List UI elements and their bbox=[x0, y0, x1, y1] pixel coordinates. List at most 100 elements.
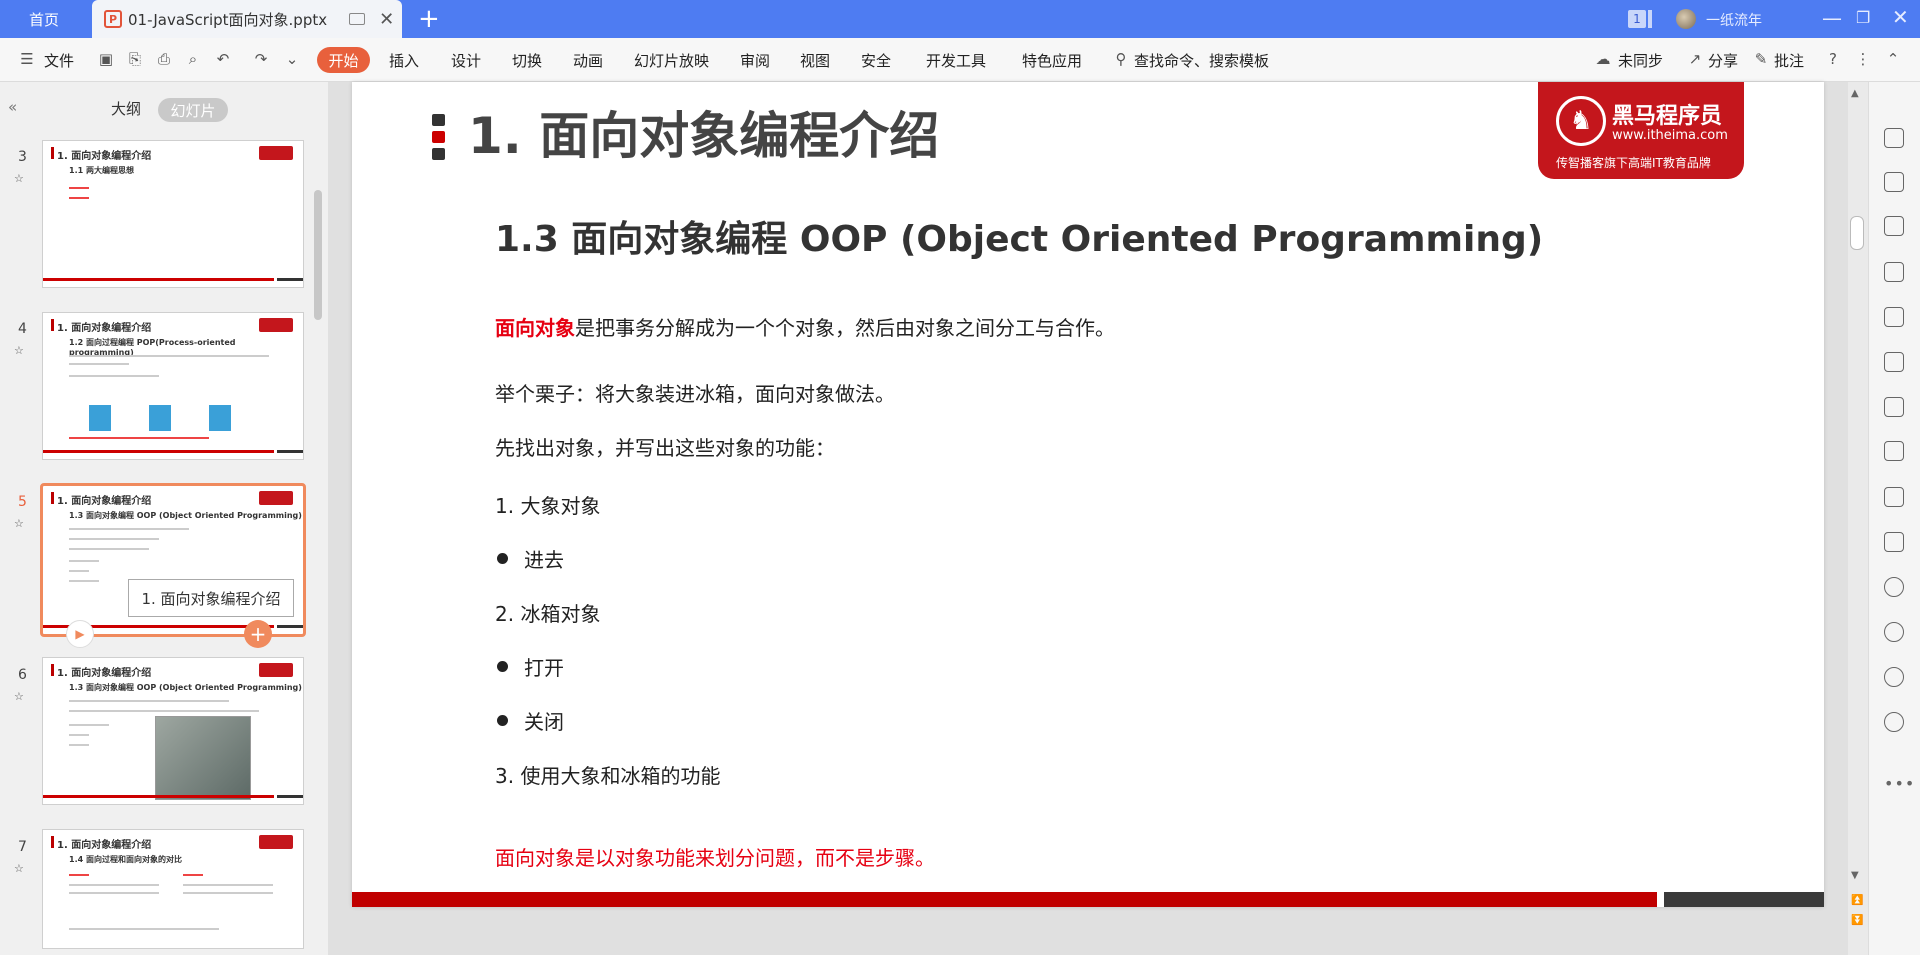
export-icon[interactable] bbox=[1884, 441, 1904, 461]
add-slide-button[interactable]: + bbox=[244, 620, 272, 648]
archive-icon[interactable] bbox=[1884, 487, 1904, 507]
title-decoration bbox=[432, 114, 445, 165]
menu-design[interactable]: 设计 bbox=[451, 38, 481, 82]
cloud-sync-icon[interactable]: ☁ bbox=[1594, 50, 1612, 68]
menu-insert[interactable]: 插入 bbox=[389, 38, 419, 82]
tab-outline[interactable]: 大纲 bbox=[111, 98, 141, 119]
comment-button[interactable]: 批注 bbox=[1774, 38, 1804, 82]
speaker-icon[interactable] bbox=[1884, 577, 1904, 597]
home-tab[interactable]: 首页 bbox=[0, 0, 88, 38]
save-icon[interactable]: ▣ bbox=[97, 50, 115, 68]
window-count-badge[interactable]: 1 bbox=[1628, 10, 1646, 28]
thumb-title: 1. 面向对象编程介绍 bbox=[57, 496, 152, 507]
thumb-subtitle: 1.1 两大编程思想 bbox=[69, 166, 134, 175]
search-commands[interactable]: 查找命令、搜索模板 bbox=[1134, 38, 1269, 82]
history-icon[interactable] bbox=[1884, 667, 1904, 687]
play-icon[interactable]: ▶ bbox=[66, 620, 94, 648]
thumb-line bbox=[69, 538, 159, 540]
previous-slide-icon[interactable]: ⏫ bbox=[1851, 895, 1863, 906]
menu-slideshow[interactable]: 幻灯片放映 bbox=[634, 38, 709, 82]
highlight-term: 面向对象 bbox=[495, 316, 575, 340]
next-slide-icon[interactable]: ⏬ bbox=[1851, 915, 1863, 926]
title-bar-mark bbox=[432, 114, 445, 126]
sync-status[interactable]: 未同步 bbox=[1618, 38, 1663, 82]
chart-icon[interactable] bbox=[1884, 307, 1904, 327]
restore-button[interactable]: ❐ bbox=[1856, 8, 1870, 27]
menu-review[interactable]: 审阅 bbox=[740, 38, 770, 82]
tab-slides[interactable]: 幻灯片 bbox=[158, 98, 228, 122]
image-icon[interactable] bbox=[1884, 532, 1904, 552]
bullet-dot-icon bbox=[497, 715, 508, 726]
redo-icon[interactable]: ↷ bbox=[252, 50, 270, 68]
new-tab-button[interactable]: + bbox=[418, 4, 440, 34]
thumb-image bbox=[89, 405, 111, 431]
slide-thumbnail-3[interactable]: 1. 面向对象编程介绍 1.1 两大编程思想 bbox=[42, 140, 304, 288]
undo-icon[interactable]: ↶ bbox=[214, 50, 232, 68]
search-icon[interactable]: ⚲ bbox=[1112, 50, 1130, 68]
export-pdf-icon[interactable]: ⎘ bbox=[126, 50, 144, 68]
hamburger-icon[interactable]: ☰ bbox=[18, 50, 36, 68]
more-options-icon[interactable]: ⋮ bbox=[1854, 50, 1872, 68]
scroll-down-icon[interactable]: ▼ bbox=[1851, 870, 1859, 881]
menu-transition[interactable]: 切换 bbox=[512, 38, 542, 82]
print-preview-icon[interactable]: ⌕ bbox=[184, 50, 202, 68]
more-tools-icon[interactable]: ••• bbox=[1884, 774, 1915, 793]
slide-title: 1. 面向对象编程介绍 bbox=[468, 107, 940, 165]
layers-icon[interactable] bbox=[1884, 216, 1904, 236]
thumb-line bbox=[69, 363, 129, 365]
conclusion-text: 面向对象是以对象功能来划分问题，而不是步骤。 bbox=[495, 846, 935, 870]
menu-animation[interactable]: 动画 bbox=[573, 38, 603, 82]
swap-layout-icon[interactable] bbox=[1884, 172, 1904, 192]
menu-bar: ☰ 文件 ▣ ⎘ ⎙ ⌕ ↶ ↷ ⌄ 开始 插入 设计 切换 动画 幻灯片放映 … bbox=[0, 38, 1920, 82]
collapse-ribbon-icon[interactable]: ⌃ bbox=[1884, 50, 1902, 68]
document-tab[interactable]: P 01-JavaScript面向对象.pptx ✕ bbox=[92, 0, 402, 38]
slide-thumbnail-6[interactable]: 1. 面向对象编程介绍 1.3 面向对象编程 OOP (Object Orien… bbox=[42, 657, 304, 805]
print-icon[interactable]: ⎙ bbox=[155, 50, 173, 68]
menu-security[interactable]: 安全 bbox=[861, 38, 891, 82]
thumb-bar-mark bbox=[51, 836, 54, 848]
scroll-up-icon[interactable]: ▲ bbox=[1851, 88, 1859, 99]
shield-icon[interactable] bbox=[1884, 622, 1904, 642]
grid-icon[interactable] bbox=[1884, 262, 1904, 282]
bullet-item: 打开 bbox=[495, 652, 564, 681]
slide-scrollbar[interactable] bbox=[1848, 82, 1868, 955]
slide-thumbnail-4[interactable]: 1. 面向对象编程介绍 1.2 面向过程编程 POP(Process-orien… bbox=[42, 312, 304, 460]
thumb-footer-dark bbox=[277, 278, 303, 281]
thumb-line bbox=[69, 884, 159, 886]
avatar[interactable] bbox=[1676, 9, 1696, 29]
share-button[interactable]: 分享 bbox=[1708, 38, 1738, 82]
slide[interactable]: 1. 面向对象编程介绍 ♞ 黑马程序员 www.itheima.com 传智播客… bbox=[352, 82, 1824, 907]
thumb-line bbox=[69, 734, 89, 736]
menu-developer[interactable]: 开发工具 bbox=[926, 38, 986, 82]
thumbnail-scrollbar-thumb[interactable] bbox=[314, 190, 322, 320]
help-icon[interactable]: ? bbox=[1824, 50, 1842, 68]
thumb-line bbox=[69, 580, 99, 582]
magic-wand-icon[interactable] bbox=[1884, 128, 1904, 148]
thumb-line bbox=[69, 528, 189, 530]
close-window-button[interactable]: ✕ bbox=[1892, 5, 1909, 29]
slide-thumbnail-7[interactable]: 1. 面向对象编程介绍 1.4 面向过程和面向对象的对比 bbox=[42, 829, 304, 949]
paragraph-instruction: 先找出对象，并写出这些对象的功能： bbox=[495, 436, 835, 460]
collapse-panel-icon[interactable]: « bbox=[8, 98, 17, 116]
thumb-subtitle: 1.3 面向对象编程 OOP (Object Oriented Programm… bbox=[69, 683, 302, 692]
slide-scrollbar-thumb[interactable] bbox=[1850, 216, 1864, 250]
thumbnail-number: 3 bbox=[18, 149, 27, 165]
animation-star-icon: ☆ bbox=[14, 517, 24, 530]
close-tab-icon[interactable]: ✕ bbox=[379, 9, 394, 30]
gallery-icon[interactable] bbox=[1884, 397, 1904, 417]
minimize-button[interactable]: — bbox=[1822, 6, 1842, 30]
menu-start[interactable]: 开始 bbox=[317, 47, 370, 73]
comment-icon[interactable]: ✎ bbox=[1752, 50, 1770, 68]
user-name[interactable]: 一纸流年 bbox=[1706, 10, 1762, 30]
document-tab-label: 01-JavaScript面向对象.pptx bbox=[128, 10, 328, 29]
help-circle-icon[interactable] bbox=[1884, 712, 1904, 732]
ppt-file-icon: P bbox=[104, 10, 122, 28]
settings-sliders-icon[interactable] bbox=[1884, 352, 1904, 372]
monitor-icon[interactable] bbox=[349, 13, 366, 25]
menu-features[interactable]: 特色应用 bbox=[1022, 38, 1082, 82]
animation-star-icon: ☆ bbox=[14, 690, 24, 703]
share-icon[interactable]: ↗ bbox=[1686, 50, 1704, 68]
menu-view[interactable]: 视图 bbox=[800, 38, 830, 82]
quick-access-dropdown-icon[interactable]: ⌄ bbox=[283, 50, 301, 68]
menu-file[interactable]: 文件 bbox=[44, 38, 74, 82]
